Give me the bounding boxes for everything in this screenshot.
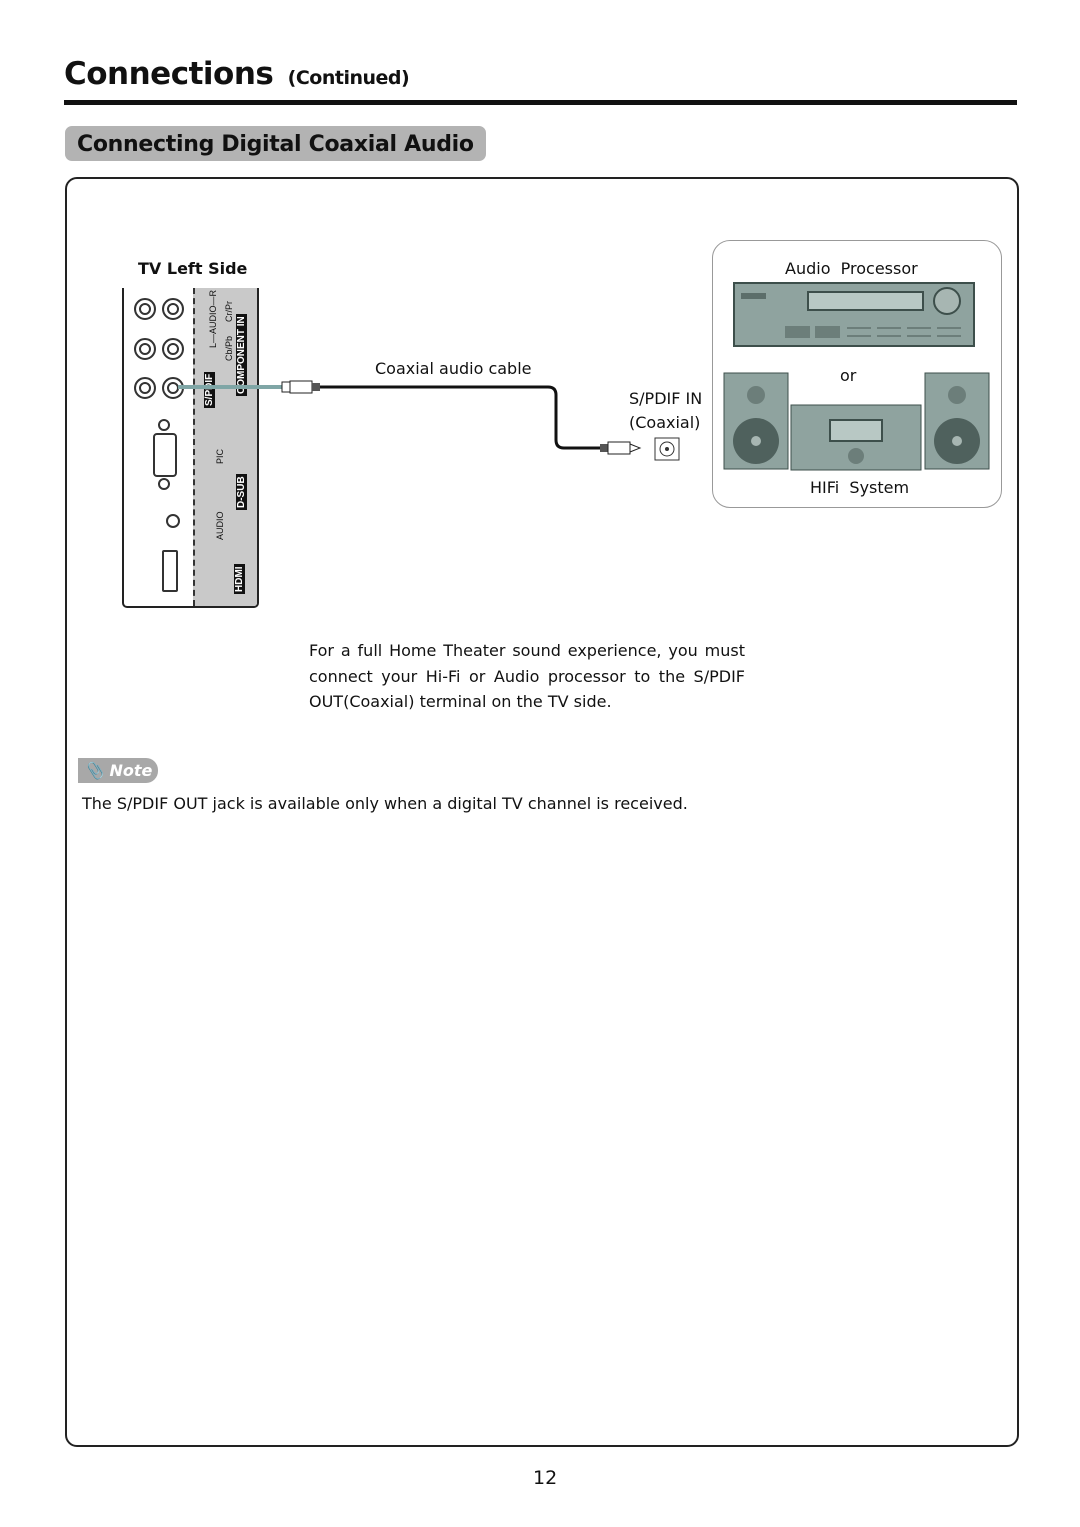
paperclip-icon: 📎 <box>84 761 104 780</box>
or-label: or <box>840 366 857 385</box>
note-label: Note <box>109 761 153 780</box>
hifi-system-label: HIFi System <box>810 478 910 497</box>
cable-label: Coaxial audio cable <box>375 359 532 378</box>
spdif-in-jack-icon <box>654 437 680 461</box>
instruction-text: For a full Home Theater sound experience… <box>309 641 745 711</box>
rca-plug-right-icon <box>600 441 642 455</box>
device-box <box>712 240 1002 508</box>
audio-processor-label: Audio Processor <box>785 259 918 278</box>
spdif-in-subtitle: (Coaxial) <box>629 413 701 432</box>
spdif-in-label: S/PDIF IN (Coaxial) <box>629 387 702 435</box>
note-badge: 📎 Note <box>78 758 158 783</box>
coaxial-cable <box>320 385 600 450</box>
page-number: 12 <box>533 1467 558 1489</box>
spdif-in-title: S/PDIF IN <box>629 389 703 408</box>
note-text: The S/PDIF OUT jack is available only wh… <box>82 794 688 813</box>
rca-plug-left-icon <box>281 380 320 394</box>
